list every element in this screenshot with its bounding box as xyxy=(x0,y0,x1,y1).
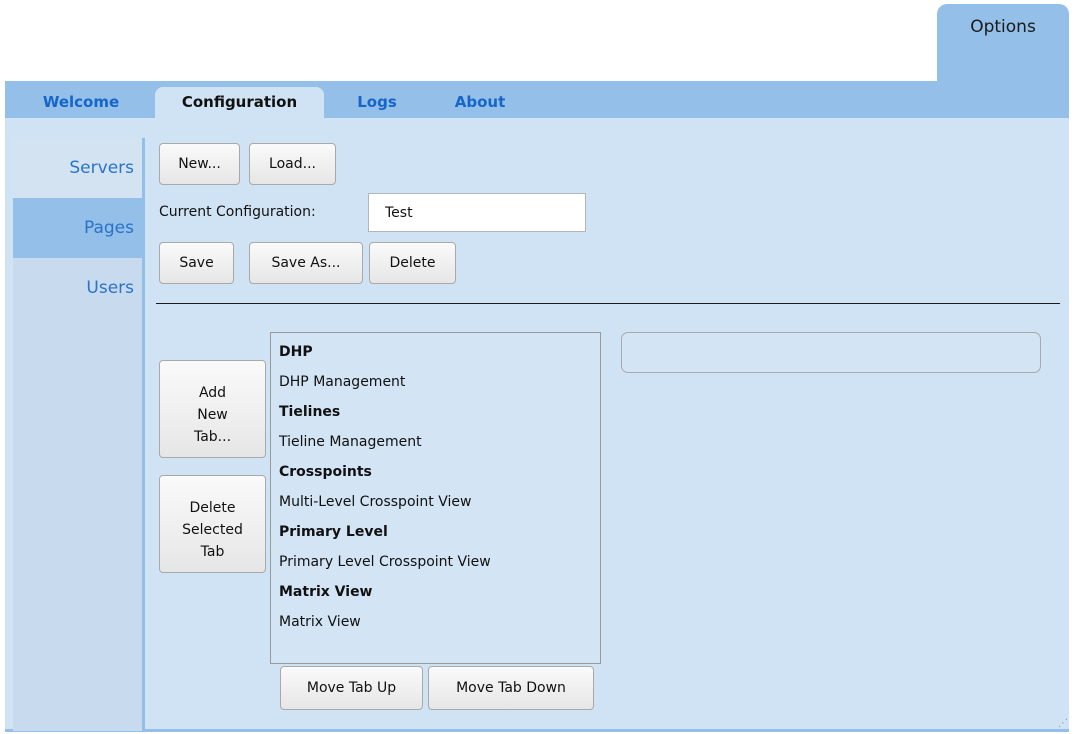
move-tab-down-button[interactable]: Move Tab Down xyxy=(428,666,594,710)
delete-button[interactable]: Delete xyxy=(369,242,456,284)
add-new-tab-button[interactable]: Add New Tab... xyxy=(159,360,266,458)
left-nav: Servers Pages Users xyxy=(13,138,145,731)
panel-bottom-border xyxy=(5,729,1069,732)
list-item[interactable]: DHP Management xyxy=(279,367,405,397)
resize-grip-icon[interactable]: ⋰ xyxy=(1058,718,1070,730)
list-item-group[interactable]: DHP xyxy=(279,337,313,367)
tab-list[interactable]: DHP DHP Management Tielines Tieline Mana… xyxy=(270,332,601,664)
add-new-tab-line: Add xyxy=(198,384,227,401)
nav-item-users[interactable]: Users xyxy=(13,258,142,318)
list-item[interactable]: Primary Level Crosspoint View xyxy=(279,547,491,577)
load-button[interactable]: Load... xyxy=(249,143,336,185)
list-item-group[interactable]: Crosspoints xyxy=(279,457,372,487)
current-configuration-label: Current Configuration: xyxy=(159,204,316,220)
list-item-group[interactable]: Tielines xyxy=(279,397,340,427)
list-item-group[interactable]: Matrix View xyxy=(279,577,373,607)
nav-item-pages[interactable]: Pages xyxy=(13,198,142,258)
tab-logs[interactable]: Logs xyxy=(351,87,403,118)
add-new-tab-line: Tab... xyxy=(193,428,232,445)
list-item[interactable]: Matrix View xyxy=(279,607,361,637)
list-item-group[interactable]: Primary Level xyxy=(279,517,388,547)
add-new-tab-line: New xyxy=(197,406,228,423)
list-item[interactable]: Multi-Level Crosspoint View xyxy=(279,487,471,517)
delete-selected-tab-button[interactable]: Delete Selected Tab xyxy=(159,475,266,573)
tab-detail-field[interactable] xyxy=(621,332,1041,373)
delete-selected-tab-line: Delete xyxy=(189,499,236,516)
section-divider xyxy=(156,303,1060,304)
tab-configuration[interactable]: Configuration xyxy=(155,87,324,118)
move-tab-up-button[interactable]: Move Tab Up xyxy=(280,666,423,710)
delete-selected-tab-line: Selected xyxy=(182,521,243,538)
save-as-button[interactable]: Save As... xyxy=(249,242,363,284)
new-button[interactable]: New... xyxy=(159,143,240,185)
tab-about[interactable]: About xyxy=(446,87,514,118)
list-item[interactable]: Tieline Management xyxy=(279,427,422,457)
save-button[interactable]: Save xyxy=(159,242,234,284)
options-tab[interactable]: Options xyxy=(937,4,1069,82)
tab-welcome[interactable]: Welcome xyxy=(31,87,131,118)
current-configuration-field[interactable] xyxy=(368,193,586,232)
top-tab-bar: Welcome Configuration Logs About xyxy=(5,81,1069,118)
nav-item-servers[interactable]: Servers xyxy=(13,138,142,198)
delete-selected-tab-line: Tab xyxy=(200,543,225,560)
